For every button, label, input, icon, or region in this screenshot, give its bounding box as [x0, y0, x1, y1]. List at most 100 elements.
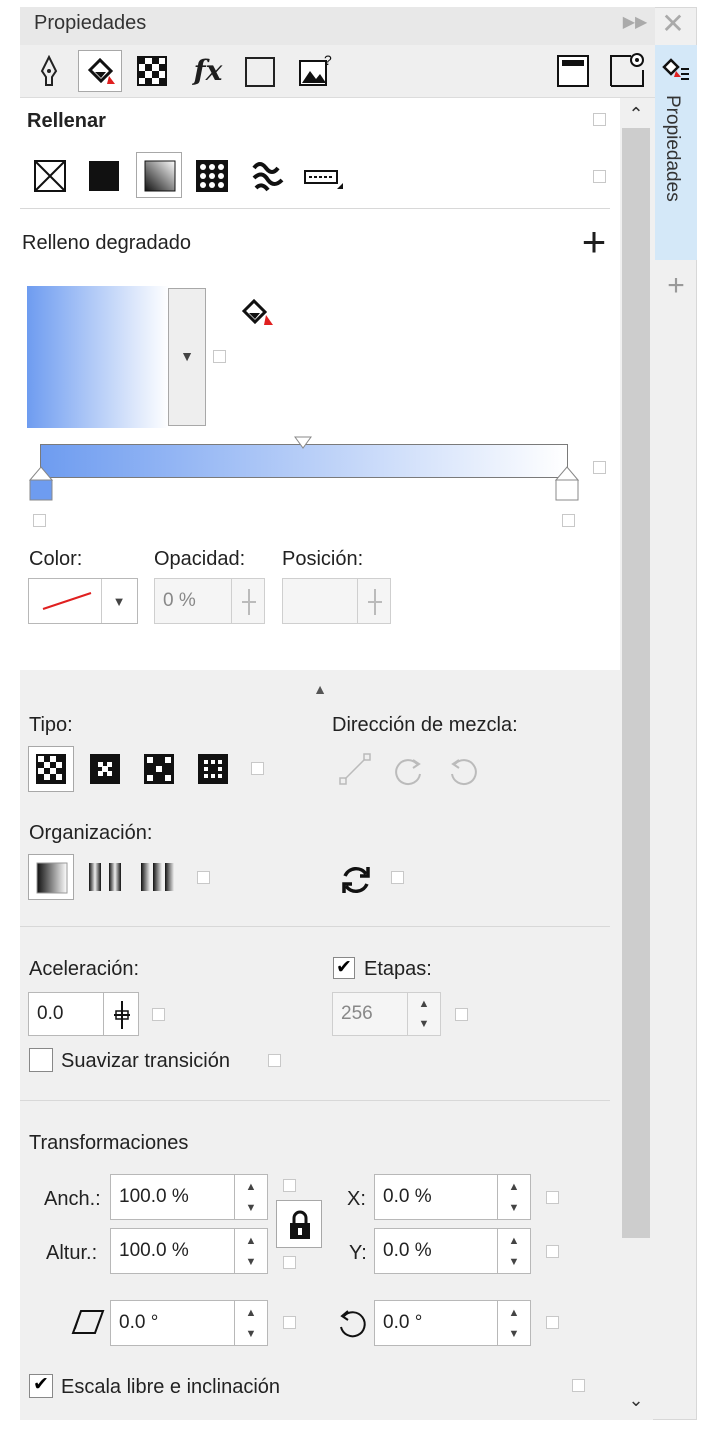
- position-slider-button[interactable]: [357, 578, 391, 624]
- start-node-handle[interactable]: [29, 466, 53, 502]
- outline-pen-icon[interactable]: [32, 52, 66, 90]
- spin-up-icon[interactable]: ▲: [408, 995, 440, 1013]
- y-spinner[interactable]: ▲ ▼: [497, 1228, 531, 1274]
- spin-down-icon[interactable]: ▼: [498, 1253, 530, 1271]
- spin-down-icon[interactable]: ▼: [235, 1325, 267, 1343]
- repeat-mirror-icon[interactable]: [86, 860, 126, 894]
- add-fill-icon[interactable]: +: [574, 218, 614, 265]
- spin-down-icon[interactable]: ▼: [498, 1199, 530, 1217]
- x-input[interactable]: 0.0 %: [374, 1174, 498, 1220]
- position-input[interactable]: [282, 578, 358, 624]
- collapse-icon[interactable]: ▶▶: [620, 10, 650, 34]
- spin-up-icon[interactable]: ▲: [498, 1232, 530, 1250]
- end-node-lock-checkbox[interactable]: [562, 514, 575, 527]
- y-lock-checkbox[interactable]: [546, 1245, 559, 1258]
- collapse-options-icon[interactable]: ▲: [310, 681, 330, 697]
- x-lock-checkbox[interactable]: [546, 1191, 559, 1204]
- repeat-icon[interactable]: [138, 860, 180, 894]
- skew-lock-checkbox[interactable]: [283, 1316, 296, 1329]
- spin-up-icon[interactable]: ▲: [498, 1178, 530, 1196]
- page-options-icon[interactable]: [607, 50, 647, 90]
- image-help-icon[interactable]: ?: [296, 50, 336, 90]
- width-lock-checkbox[interactable]: [283, 1179, 296, 1192]
- midpoint-handle[interactable]: [294, 436, 312, 450]
- y-input[interactable]: 0.0 %: [374, 1228, 498, 1274]
- slider-lock-checkbox[interactable]: [593, 461, 606, 474]
- spin-down-icon[interactable]: ▼: [498, 1325, 530, 1343]
- spin-up-icon[interactable]: ▲: [498, 1304, 530, 1322]
- pattern-fill-icon[interactable]: [194, 158, 230, 194]
- spin-up-icon[interactable]: ▲: [235, 1178, 267, 1196]
- steps-lock-checkbox[interactable]: [455, 1008, 468, 1021]
- transparency-icon[interactable]: [134, 52, 170, 90]
- arrangement-lock-checkbox[interactable]: [197, 871, 210, 884]
- smooth-transition-checkbox[interactable]: [29, 1048, 53, 1072]
- spin-down-icon[interactable]: ▼: [235, 1199, 267, 1217]
- scroll-up-icon[interactable]: ⌃: [624, 104, 648, 124]
- spin-up-icon[interactable]: ▲: [235, 1232, 267, 1250]
- gradient-preset-dropdown[interactable]: ▼: [168, 288, 206, 426]
- page-layout-icon[interactable]: [554, 52, 592, 90]
- divider: [20, 1100, 610, 1101]
- acceleration-input[interactable]: 0.0: [28, 992, 104, 1036]
- opacity-input[interactable]: 0 %: [154, 578, 232, 624]
- texture-fill-icon[interactable]: [248, 156, 288, 196]
- rotate-lock-checkbox[interactable]: [546, 1316, 559, 1329]
- interactive-fill-icon[interactable]: [238, 296, 278, 332]
- reverse-fill-icon[interactable]: [336, 860, 376, 900]
- scrollbar-thumb[interactable]: [622, 128, 650, 1238]
- reverse-lock-checkbox[interactable]: [391, 871, 404, 884]
- x-spinner[interactable]: ▲ ▼: [497, 1174, 531, 1220]
- height-lock-checkbox[interactable]: [283, 1256, 296, 1269]
- smooth-lock-checkbox[interactable]: [268, 1054, 281, 1067]
- spin-up-icon[interactable]: ▲: [235, 1304, 267, 1322]
- postscript-fill-icon[interactable]: [302, 162, 346, 196]
- skew-spinner[interactable]: ▲ ▼: [234, 1300, 268, 1346]
- default-fill-arrangement-button[interactable]: [28, 854, 74, 900]
- acceleration-slider-button[interactable]: [103, 992, 139, 1036]
- counterclockwise-blend-icon[interactable]: [446, 754, 480, 788]
- height-spinner[interactable]: ▲ ▼: [234, 1228, 268, 1274]
- acceleration-lock-checkbox[interactable]: [152, 1008, 165, 1021]
- close-icon[interactable]: ✕: [658, 8, 688, 39]
- scroll-down-icon[interactable]: ⌄: [624, 1390, 648, 1410]
- end-node-handle[interactable]: [555, 466, 579, 502]
- clockwise-blend-icon[interactable]: [392, 754, 426, 788]
- steps-input[interactable]: 256: [332, 992, 408, 1036]
- line-blend-icon[interactable]: [336, 750, 374, 788]
- opacity-slider-button[interactable]: [231, 578, 265, 624]
- color-dropdown-arrow-icon[interactable]: ▼: [105, 593, 133, 609]
- rotate-spinner[interactable]: ▲ ▼: [497, 1300, 531, 1346]
- linear-gradient-type-button[interactable]: [28, 746, 74, 792]
- effects-fx-icon[interactable]: fx: [188, 50, 228, 90]
- tab-fill[interactable]: [78, 50, 122, 92]
- no-fill-icon[interactable]: [32, 158, 68, 194]
- free-scale-checkbox[interactable]: ✔: [29, 1374, 53, 1398]
- frame-icon[interactable]: [242, 54, 278, 90]
- width-spinner[interactable]: ▲ ▼: [234, 1174, 268, 1220]
- conical-gradient-type-icon[interactable]: [142, 752, 176, 786]
- steps-checkbox[interactable]: ✔: [333, 957, 355, 979]
- fountain-fill-button[interactable]: [136, 152, 182, 198]
- rectangular-gradient-type-icon[interactable]: [196, 752, 230, 786]
- free-scale-lock-checkbox[interactable]: [572, 1379, 585, 1392]
- width-input[interactable]: 100.0 %: [110, 1174, 235, 1220]
- fountain-fill-label: Relleno degradado: [22, 232, 192, 254]
- uniform-fill-icon[interactable]: [86, 158, 122, 194]
- spin-down-icon[interactable]: ▼: [408, 1015, 440, 1033]
- elliptical-gradient-type-icon[interactable]: [88, 752, 122, 786]
- spin-down-icon[interactable]: ▼: [235, 1253, 267, 1271]
- preset-lock-checkbox[interactable]: [213, 350, 226, 363]
- type-lock-checkbox[interactable]: [251, 762, 264, 775]
- skew-input[interactable]: 0.0 °: [110, 1300, 235, 1346]
- lock-option-checkbox[interactable]: [593, 113, 606, 126]
- add-docker-icon[interactable]: +: [662, 269, 690, 302]
- color-label: Color:: [29, 548, 83, 570]
- fill-type-lock-checkbox[interactable]: [593, 170, 606, 183]
- node-color-picker[interactable]: ▼: [28, 578, 138, 624]
- height-input[interactable]: 100.0 %: [110, 1228, 235, 1274]
- steps-spinner[interactable]: ▲ ▼: [407, 992, 441, 1036]
- start-node-lock-checkbox[interactable]: [33, 514, 46, 527]
- rotate-input[interactable]: 0.0 °: [374, 1300, 498, 1346]
- aspect-lock-button[interactable]: [276, 1200, 322, 1248]
